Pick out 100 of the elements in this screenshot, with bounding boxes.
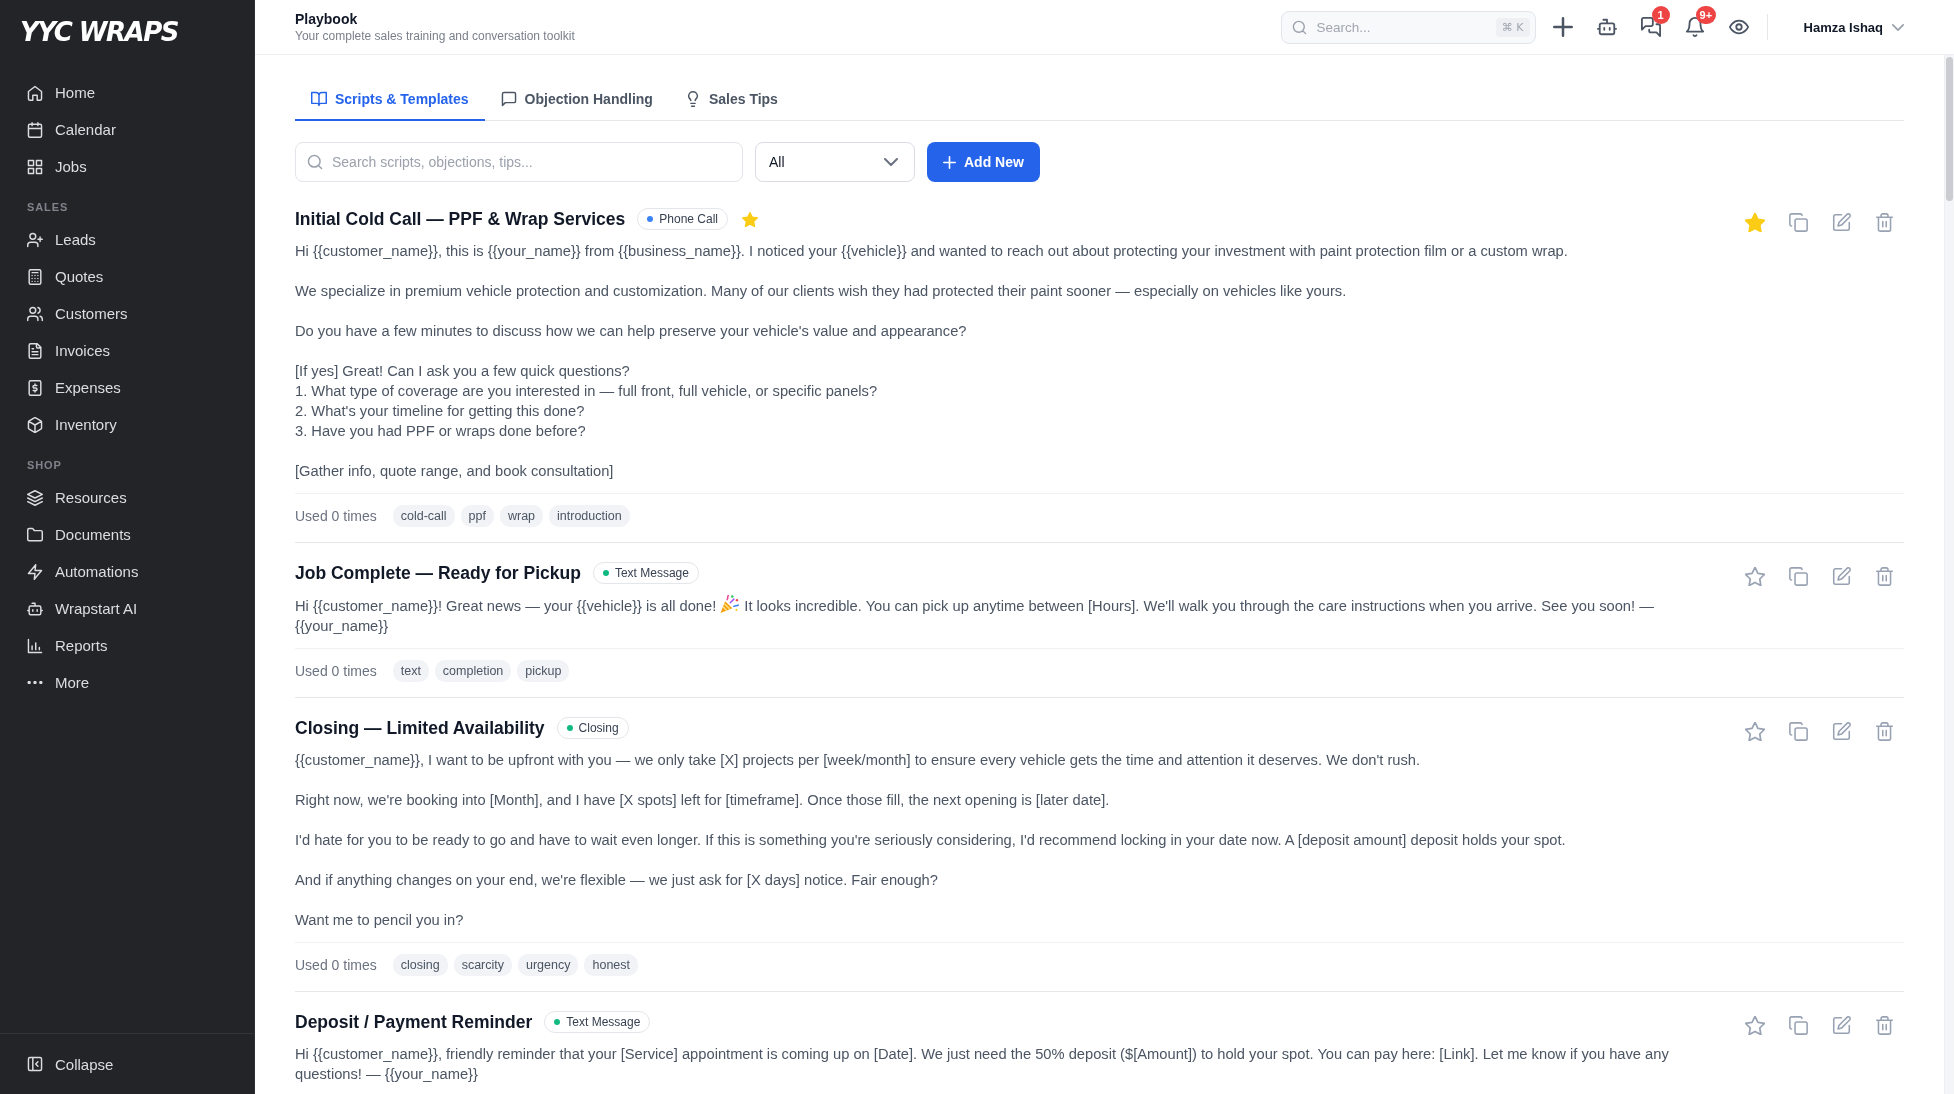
tab[interactable]: Objection Handling [484,78,669,121]
sidebar-collapse-icon [27,1056,43,1072]
cube-icon [27,416,43,433]
receipt-icon [27,379,43,396]
nav-link[interactable]: Reports [10,627,244,664]
nav-link[interactable]: Wrapstart AI [10,590,244,627]
search-icon [307,154,323,170]
grid-icon [27,158,43,175]
star-icon[interactable] [1745,213,1765,232]
usage-count: Used 0 times [295,508,377,524]
tag: scarcity [453,954,512,976]
nav-link[interactable]: Quotes [10,258,244,295]
category-label: Closing [578,721,619,735]
document-icon [27,342,43,359]
calendar-icon [27,121,43,138]
brand-logo[interactable]: YYC WRAPS [20,15,178,49]
tag: cold-call [392,505,455,527]
search-field[interactable]: Search scripts, objections, tips... [295,142,743,182]
tag: pickup [517,660,570,682]
tag: urgency [518,954,579,976]
nav-link[interactable]: Leads [10,221,244,258]
filter-dropdown[interactable]: All [755,142,915,182]
trash-icon[interactable] [1875,1016,1894,1035]
page-subtitle: Your complete sales training and conversation toolkit [295,28,575,44]
category-label: Text Message [614,566,689,580]
nav-link[interactable]: Jobs [10,148,244,185]
section-label: SHOP [27,458,63,473]
tag: text [392,660,429,682]
user-menu[interactable]: Hamza Ishaq [1803,19,1904,35]
add-new-button[interactable]: Add New [927,142,1040,182]
nav-link[interactable]: Customers [10,295,244,332]
nav-link[interactable]: More [10,664,244,701]
plus-icon [943,155,956,169]
copy-icon[interactable] [1789,722,1808,741]
party-popper-icon [720,595,740,614]
nav-link[interactable]: Home [10,74,244,111]
tag: closing [392,954,448,976]
script-title: Closing — Limited Availability [295,717,545,739]
trash-icon[interactable] [1875,213,1894,232]
collapse-button[interactable]: Collapse [10,1045,130,1083]
star-icon[interactable] [1745,567,1765,586]
plus-icon[interactable] [1552,17,1573,37]
tag: wrap [499,505,544,527]
script-text: Hi {{customer_name}}! Great news — your {{vehicle}} is all done! It looks incredible. You can pick up anytime between [Hours]. We'll walk you through the care instructions when you arrive. See you soon! — {{your_name}} [295,595,1705,636]
bar-chart-icon [27,637,43,654]
script-title: Deposit / Payment Reminder [295,1011,533,1033]
nav-link[interactable]: Documents [10,516,244,553]
edit-icon[interactable] [1832,213,1851,232]
usage-count: Used 0 times [295,663,377,679]
copy-icon[interactable] [1789,213,1808,232]
copy-icon[interactable] [1789,1016,1808,1035]
script-text: Right now, we're booking into [Month], and I have [X spots] left for [timeframe]. Once those fill, the next opening is [later date]. [295,791,1111,810]
bell-icon[interactable] [1684,17,1705,37]
usage-count: Used 0 times [295,957,377,973]
scroll-thumb[interactable] [1946,57,1953,201]
trash-icon[interactable] [1875,567,1894,586]
chevron-down-icon [1892,23,1904,31]
tab[interactable]: Scripts & Templates [295,78,485,121]
star-icon[interactable] [1745,722,1765,741]
folder-icon [27,526,43,543]
script-title: Initial Cold Call — PPF & Wrap Services [295,208,626,230]
tab[interactable]: Sales Tips [668,78,794,121]
book-open-icon [311,90,327,107]
section-label: SALES [27,200,70,215]
nav-link[interactable]: Invoices [10,332,244,369]
nav-link[interactable]: Expenses [10,369,244,406]
trash-icon[interactable] [1875,722,1894,741]
copy-icon[interactable] [1789,567,1808,586]
edit-icon[interactable] [1832,722,1851,741]
chevron-down-icon [884,158,898,166]
category-label: Text Message [566,1015,641,1029]
users-icon [27,305,43,322]
star-icon[interactable] [1745,1016,1765,1035]
eye-icon[interactable] [1728,17,1749,37]
script-text: I'd hate for you to be ready to go and have to wait even longer. If this is something you're seriously considering, I'd recommend locking in your date now. A [deposit amount] deposit holds your spot. [295,831,1567,850]
chat-bubbles-icon[interactable] [1640,17,1661,37]
category-label: Phone Call [659,212,719,226]
calculator-icon [27,268,43,285]
tag: introduction [549,505,630,527]
script-text: Hi {{customer_name}}, friendly reminder that your [Service] appointment is coming up on [Date]. We just need the 50% deposit ($[Amount]) to hold your spot. You can pay here: [Link]. Let me know if you have any questions! — {{your_name}} [295,1045,1670,1084]
user-plus-icon [27,231,43,248]
script-text: Want me to pencil you in? [295,911,465,930]
unread-count: 9+ [1695,6,1717,24]
script-title: Job Complete — Ready for Pickup [295,562,581,584]
more-icon [27,681,43,684]
robot-icon[interactable] [1596,17,1617,37]
script-text: [Gather info, quote range, and book consultation] [295,462,615,481]
lightning-icon [27,563,43,580]
nav-link[interactable]: Inventory [10,406,244,443]
nav-link[interactable]: Calendar [10,111,244,148]
edit-icon[interactable] [1832,567,1851,586]
nav-link[interactable]: Resources [10,479,244,516]
tag: honest [584,954,638,976]
script-text: We specialize in premium vehicle protection and customization. Many of our clients wish they had protected their paint sooner — especially on vehicles like yours. [295,282,1348,301]
script-text: Hi {{customer_name}}, this is {{your_name}} from {{business_name}}. I noticed your {{vehicle}} and wanted to reach out about protecting your investment with paint protection film or a custom wrap. [295,242,1569,261]
page-title: Playbook [295,10,359,28]
script-text: And if anything changes on your end, we're flexible — we just ask for [X days] notice. Fair enough? [295,871,939,890]
layers-icon [27,489,43,506]
edit-icon[interactable] [1832,1016,1851,1035]
nav-link[interactable]: Automations [10,553,244,590]
